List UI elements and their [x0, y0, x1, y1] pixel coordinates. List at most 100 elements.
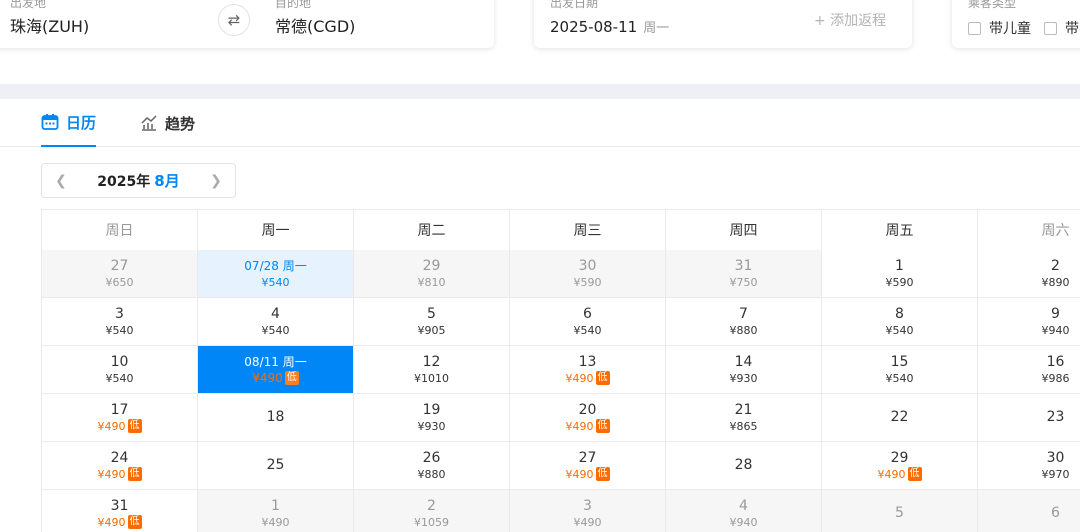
day-price-row: ¥490 低: [566, 467, 610, 482]
day-number: 18: [266, 409, 285, 425]
calendar-day[interactable]: 29 ¥810: [354, 250, 510, 298]
calendar-week-row: 3 ¥540 4 ¥540 5 ¥905 6 ¥540 7 ¥880 8 ¥540 9 ¥940: [41, 298, 1080, 346]
calendar-day[interactable]: 19 ¥930: [354, 394, 510, 442]
calendar-day[interactable]: 14 ¥930: [666, 346, 822, 394]
low-price-badge: 低: [127, 467, 142, 481]
day-number: 19: [422, 401, 441, 418]
with-infant-checkbox[interactable]: [1044, 21, 1057, 35]
calendar-day[interactable]: 1 ¥590: [822, 250, 978, 298]
calendar-day[interactable]: 17 ¥490 低: [42, 394, 198, 442]
calendar-day[interactable]: 3 ¥490: [510, 490, 666, 532]
departure-label: 出发地: [10, 0, 47, 10]
calendar-day[interactable]: 9 ¥940: [978, 298, 1080, 346]
calendar-day[interactable]: 23: [978, 394, 1080, 442]
day-price: ¥865: [729, 419, 758, 433]
calendar-day[interactable]: 21 ¥865: [666, 394, 822, 442]
calendar-day[interactable]: 8 ¥540: [822, 298, 978, 346]
day-price-row: ¥490 低: [98, 515, 142, 530]
with-child-checkbox[interactable]: [968, 21, 981, 35]
prev-month-button[interactable]: ❮: [52, 173, 70, 189]
calendar-day-selected[interactable]: 08/11 周一 ¥490 低: [198, 346, 354, 394]
day-price-row: ¥490 低: [98, 467, 142, 482]
day-price-row: ¥490 低: [98, 419, 142, 434]
day-price: ¥540: [885, 371, 914, 385]
day-price-row: ¥540: [262, 323, 290, 338]
price-calendar: 周日 周一 周二 周三 周四 周五 周六 27 ¥650 07/28 周一 ¥540 2…: [41, 209, 1080, 532]
calendar-day[interactable]: 24 ¥490 低: [42, 442, 198, 490]
day-price: ¥986: [1041, 371, 1070, 385]
day-price: ¥490: [261, 515, 290, 529]
weekday-header-cell: 周三: [510, 210, 666, 251]
calendar-day[interactable]: 6 ¥540: [510, 298, 666, 346]
month-year: 2025年: [97, 174, 151, 190]
calendar-day[interactable]: 4 ¥540: [198, 298, 354, 346]
calendar-day[interactable]: 12 ¥1010: [354, 346, 510, 394]
next-month-button[interactable]: ❯: [207, 173, 225, 189]
day-number: 5: [895, 505, 904, 521]
calendar-day[interactable]: 30 ¥970: [978, 442, 1080, 490]
calendar-day[interactable]: 27 ¥650: [42, 250, 198, 298]
calendar-day[interactable]: 20 ¥490 低: [510, 394, 666, 442]
calendar-day[interactable]: 5: [822, 490, 978, 532]
day-number: 1: [895, 257, 904, 274]
with-infant-option[interactable]: 带: [1044, 18, 1079, 38]
calendar-day[interactable]: 27 ¥490 低: [510, 442, 666, 490]
day-price: ¥940: [1041, 323, 1070, 337]
calendar-day[interactable]: 10 ¥540: [42, 346, 198, 394]
tab-calendar[interactable]: 日历: [41, 99, 97, 147]
with-child-option[interactable]: 带儿童: [968, 18, 1031, 38]
calendar-day[interactable]: 31 ¥750: [666, 250, 822, 298]
calendar-day[interactable]: 26 ¥880: [354, 442, 510, 490]
calendar-day[interactable]: 6: [978, 490, 1080, 532]
date-weekday: 周一: [643, 21, 670, 36]
calendar-day[interactable]: 30 ¥590: [510, 250, 666, 298]
calendar-day[interactable]: 29 ¥490 低: [822, 442, 978, 490]
day-number: 16: [1046, 353, 1065, 370]
date-selector: 出发日期 2025-08-11 周一 + 添加返程: [534, 0, 912, 48]
calendar-day[interactable]: 25: [198, 442, 354, 490]
day-price: ¥905: [417, 323, 446, 337]
calendar-day[interactable]: 1 ¥490: [198, 490, 354, 532]
day-price-row: ¥970: [1042, 467, 1070, 482]
day-price: ¥490: [573, 515, 602, 529]
day-price: ¥880: [729, 323, 758, 337]
day-number: 26: [422, 449, 441, 466]
calendar-day[interactable]: 2 ¥1059: [354, 490, 510, 532]
swap-cities-button[interactable]: ⇄: [218, 4, 250, 36]
calendar-day[interactable]: 3 ¥540: [42, 298, 198, 346]
day-price-row: ¥810: [418, 275, 446, 290]
day-number: 3: [115, 305, 124, 322]
calendar-day[interactable]: 5 ¥905: [354, 298, 510, 346]
day-number: 08/11 周一: [244, 354, 307, 369]
calendar-week-row: 24 ¥490 低 25 26 ¥880 27 ¥490 低 28 29 ¥490 低 30 ¥970: [41, 442, 1080, 490]
calendar-day[interactable]: 22: [822, 394, 978, 442]
calendar-day[interactable]: 07/28 周一 ¥540: [198, 250, 354, 298]
passenger-type-selector: 乘客类型 带儿童 带: [952, 0, 1080, 48]
calendar-day[interactable]: 18: [198, 394, 354, 442]
day-number: 07/28 周一: [244, 258, 307, 273]
calendar-day[interactable]: 15 ¥540: [822, 346, 978, 394]
calendar-day[interactable]: 7 ¥880: [666, 298, 822, 346]
day-price: ¥540: [105, 323, 134, 337]
trend-chart-icon: [141, 115, 157, 131]
day-price: ¥930: [729, 371, 758, 385]
day-number: 21: [734, 401, 753, 418]
day-price-row: ¥490 低: [566, 419, 610, 434]
calendar-day[interactable]: 13 ¥490 低: [510, 346, 666, 394]
weekday-header-cell: 周四: [666, 210, 822, 251]
add-return-button[interactable]: + 添加返程: [814, 10, 886, 30]
day-number: 7: [739, 305, 748, 322]
calendar-day[interactable]: 28: [666, 442, 822, 490]
calendar-body: 27 ¥650 07/28 周一 ¥540 29 ¥810 30 ¥590 31 ¥750 1 ¥59…: [41, 250, 1080, 532]
calendar-icon: [41, 114, 59, 130]
tab-calendar-label: 日历: [66, 113, 97, 132]
calendar-day[interactable]: 2 ¥890: [978, 250, 1080, 298]
calendar-day[interactable]: 4 ¥940: [666, 490, 822, 532]
flight-search-bar: 出发地 珠海(ZUH) ⇄ 目的地 常德(CGD) 出发日期 2025-08-1…: [0, 0, 1080, 84]
day-price: ¥810: [417, 275, 446, 289]
calendar-day[interactable]: 31 ¥490 低: [42, 490, 198, 532]
day-price-row: ¥650: [106, 275, 134, 290]
tab-trend[interactable]: 趋势: [140, 99, 195, 147]
calendar-day[interactable]: 16 ¥986: [978, 346, 1080, 394]
date-label: 出发日期: [550, 0, 599, 10]
